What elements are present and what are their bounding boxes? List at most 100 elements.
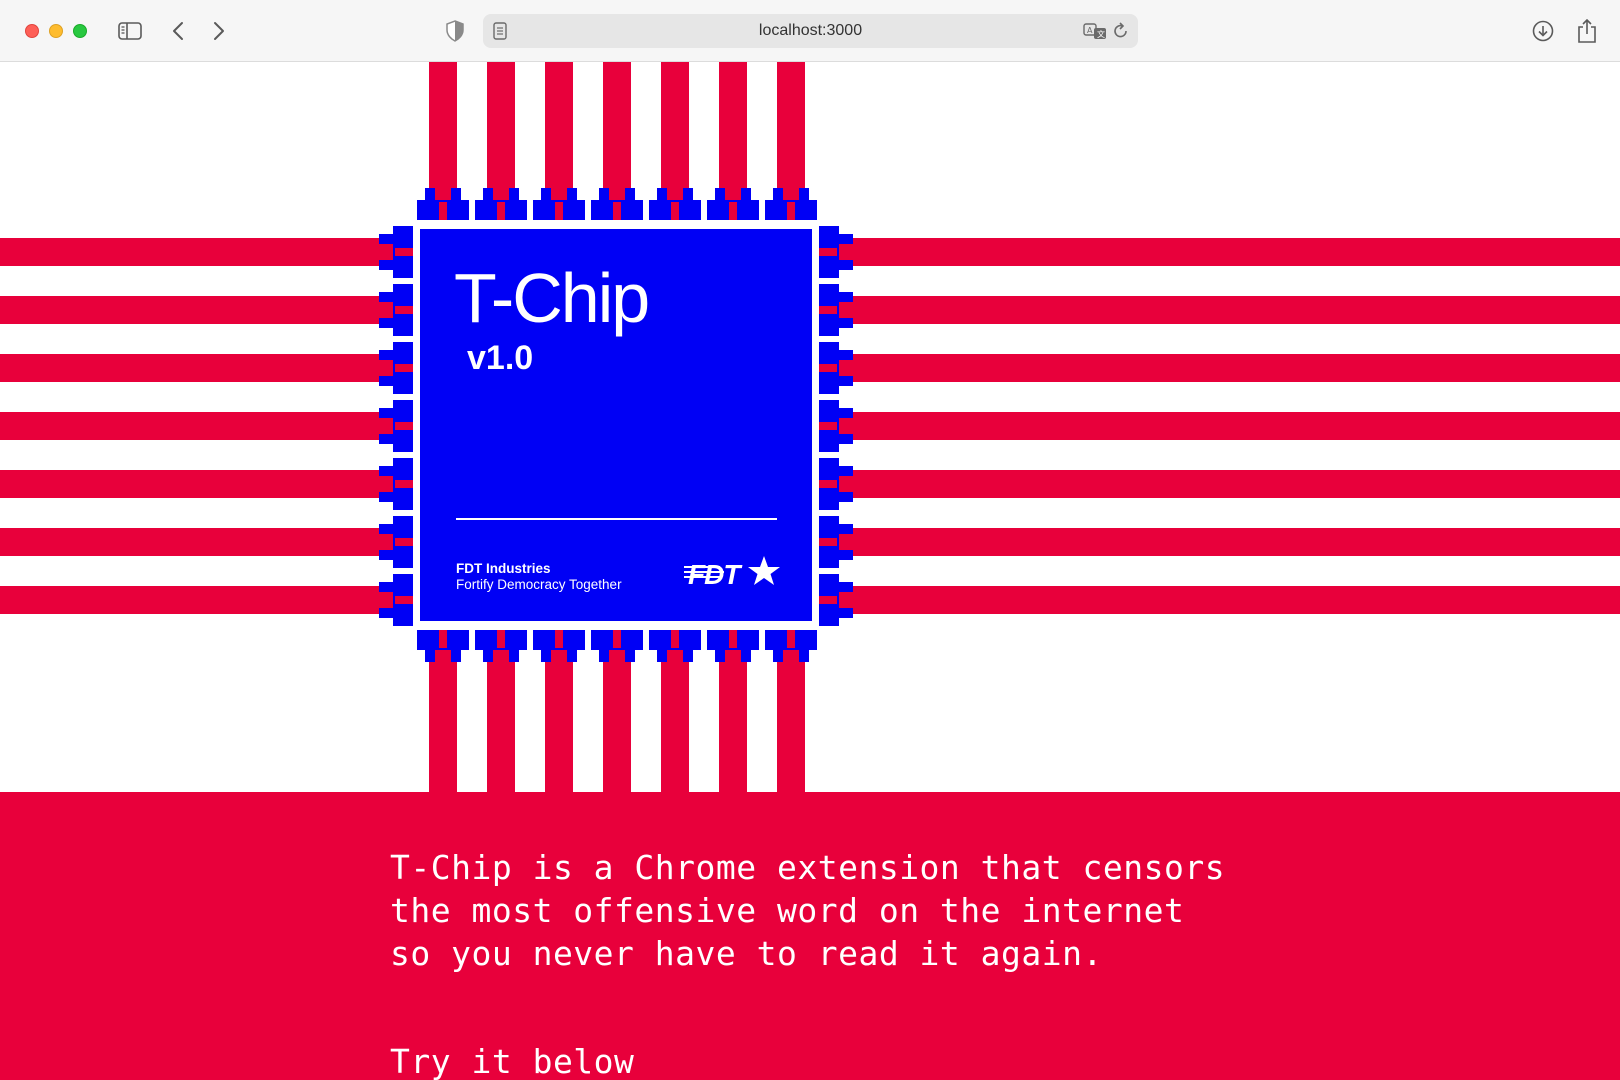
chip-pin-left-stripe [395,422,413,430]
translate-icon[interactable]: A文 [1083,22,1107,40]
sidebar-icon[interactable] [116,18,144,44]
shield-icon[interactable] [441,18,469,44]
chip-pin-bottom-lead [683,648,693,662]
chip-pin-left-lead [379,582,395,592]
horizontal-trace-left [0,528,400,556]
chip-pin-bottom-lead [773,648,783,662]
chip-pin-bottom-lead [657,648,667,662]
chip-pin-top-lead [541,188,551,202]
chip-pin-right-lead [837,234,853,244]
chip-pin-right-lead [837,408,853,418]
chip-pin-left-stripe [395,306,413,314]
chip-pin-right-lead [837,524,853,534]
horizontal-trace-left [0,412,400,440]
chip-pin-left-lead [379,318,395,328]
minimize-window-button[interactable] [49,24,63,38]
download-icon[interactable] [1529,18,1557,44]
description-text: T-Chip is a Chrome extension that censor… [390,846,1225,975]
horizontal-trace-right [832,586,1620,614]
share-icon[interactable] [1573,18,1601,44]
chip-pin-bottom-stripe [555,630,563,648]
chip-pin-left-lead [379,234,395,244]
chip-pin-top-lead [425,188,435,202]
vertical-trace-bottom [777,640,805,792]
company-tagline: Fortify Democracy Together [456,577,622,592]
chip-pin-right-stripe [819,480,837,488]
chip-pin-top-lead [799,188,809,202]
chip-pin-left-lead [379,376,395,386]
vertical-trace-top [487,62,515,210]
url-text: localhost:3000 [758,22,863,39]
vertical-trace-bottom [429,640,457,792]
chip-pin-top-lead [625,188,635,202]
vertical-trace-top [545,62,573,210]
chip-pin-left-stripe [395,596,413,604]
chip-pin-top-stripe [555,202,563,220]
horizontal-trace-left [0,238,400,266]
chip-pin-right-stripe [819,306,837,314]
chip-pin-right-stripe [819,364,837,372]
reload-icon[interactable] [1113,22,1129,40]
horizontal-trace-right [832,470,1620,498]
chip-pin-bottom-lead [599,648,609,662]
chip-pin-left-lead [379,260,395,270]
chip-divider [456,518,777,520]
description-line-3: so you never have to read it again. [390,934,1103,973]
vertical-trace-bottom [603,640,631,792]
chip-pin-bottom-stripe [439,630,447,648]
horizontal-trace-left [0,470,400,498]
horizontal-trace-right [832,528,1620,556]
chip-pin-left-lead [379,408,395,418]
chip-pin-right-lead [837,466,853,476]
chip-pin-right-lead [837,350,853,360]
chip-pin-left-lead [379,524,395,534]
chip-pin-top-stripe [729,202,737,220]
chip-pin-left-lead [379,550,395,560]
chip-pin-bottom-stripe [497,630,505,648]
company-name: FDT Industries [456,561,551,576]
description-line-1: T-Chip is a Chrome extension that censor… [390,848,1226,887]
vertical-trace-top [777,62,805,210]
forward-icon[interactable] [205,18,233,44]
fullscreen-window-button[interactable] [73,24,87,38]
description-line-2: the most offensive word on the internet [390,891,1185,930]
chip-pin-right-lead [837,492,853,502]
horizontal-trace-right [832,296,1620,324]
chip-body: T-Chip v1.0 FDT Industries Fortify Democ… [417,226,815,624]
vertical-trace-top [719,62,747,210]
chip-pin-bottom-lead [509,648,519,662]
horizontal-trace-right [832,354,1620,382]
chip-pin-bottom-lead [451,648,461,662]
chip-pin-right-lead [837,550,853,560]
chip-pin-right-lead [837,318,853,328]
chip-pin-left-stripe [395,248,413,256]
chip-pin-right-stripe [819,248,837,256]
chip-pin-right-lead [837,260,853,270]
page-content: T-Chip v1.0 FDT Industries Fortify Democ… [0,62,1620,1080]
browser-toolbar: localhost:3000 A文 [0,0,1620,62]
chip-pin-top-stripe [439,202,447,220]
close-window-button[interactable] [25,24,39,38]
chip-pin-bottom-lead [715,648,725,662]
chip-pin-right-lead [837,608,853,618]
fdt-logo-text: FDT [688,559,743,590]
chip-pin-left-stripe [395,364,413,372]
address-bar[interactable]: localhost:3000 A文 [483,14,1138,48]
chip-pin-top-stripe [671,202,679,220]
horizontal-trace-right [832,412,1620,440]
horizontal-trace-left [0,354,400,382]
chip-pin-top-stripe [613,202,621,220]
chip-pin-top-lead [657,188,667,202]
chip-pin-top-lead [683,188,693,202]
vertical-trace-bottom [661,640,689,792]
intro-section: T-Chip is a Chrome extension that censor… [0,792,1620,1080]
chip-pin-top-lead [715,188,725,202]
chip-pin-right-lead [837,292,853,302]
chip-pin-top-lead [483,188,493,202]
chip-pin-top-lead [567,188,577,202]
chip-pin-bottom-lead [425,648,435,662]
svg-text:A: A [1087,26,1093,35]
chip-pin-left-lead [379,466,395,476]
back-icon[interactable] [164,18,192,44]
svg-text:文: 文 [1097,29,1105,39]
